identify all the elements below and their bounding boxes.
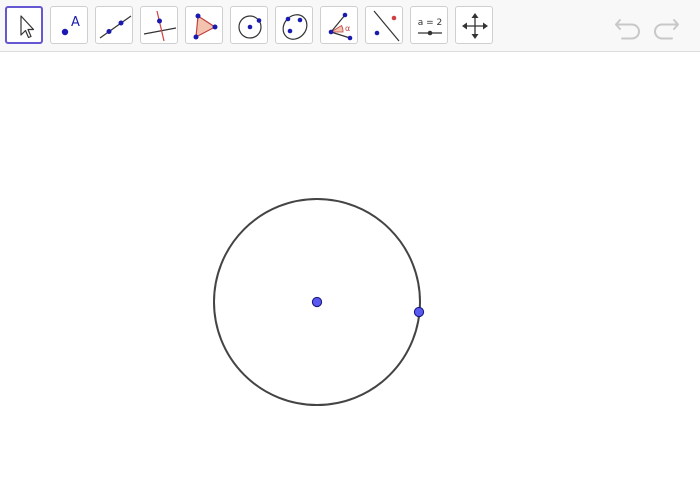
angle-icon: α [328, 12, 353, 41]
slider-tool-label: a = 2 [418, 18, 443, 28]
undo-icon[interactable] [612, 10, 644, 42]
move-graphics-view-icon [462, 13, 488, 39]
angle-tool-label: α [345, 24, 350, 33]
tool-circle-center-point[interactable] [230, 6, 268, 44]
tool-perpendicular-line[interactable] [140, 6, 178, 44]
tool-slider[interactable]: a = 2 [410, 6, 448, 44]
line-icon [99, 15, 132, 39]
tool-polygon[interactable] [185, 6, 223, 44]
tool-point[interactable]: A [50, 6, 88, 44]
geogebra-app: A α a = 2 [0, 0, 700, 500]
tool-line[interactable] [95, 6, 133, 44]
point-icon: A [61, 15, 80, 36]
tool-reflect-about-line[interactable] [365, 6, 403, 44]
tool-ellipse[interactable] [275, 6, 313, 44]
tool-move-graphics-view[interactable] [455, 6, 493, 44]
toolbar: A α a = 2 [0, 0, 700, 52]
redo-icon[interactable] [650, 10, 682, 42]
graphics-view[interactable] [0, 52, 700, 500]
perpendicular-line-icon [143, 10, 177, 42]
arrow-cursor-icon [20, 15, 35, 39]
slider-icon: a = 2 [418, 18, 443, 36]
point-tool-label: A [71, 15, 80, 30]
polygon-icon [193, 13, 218, 40]
circle-center-point[interactable] [311, 296, 323, 308]
circle-through-point[interactable] [413, 306, 425, 318]
tool-move[interactable] [5, 6, 43, 44]
reflect-icon [373, 10, 400, 42]
ellipse-icon [282, 14, 308, 40]
circle-center-point-icon [238, 15, 262, 39]
tool-angle[interactable]: α [320, 6, 358, 44]
